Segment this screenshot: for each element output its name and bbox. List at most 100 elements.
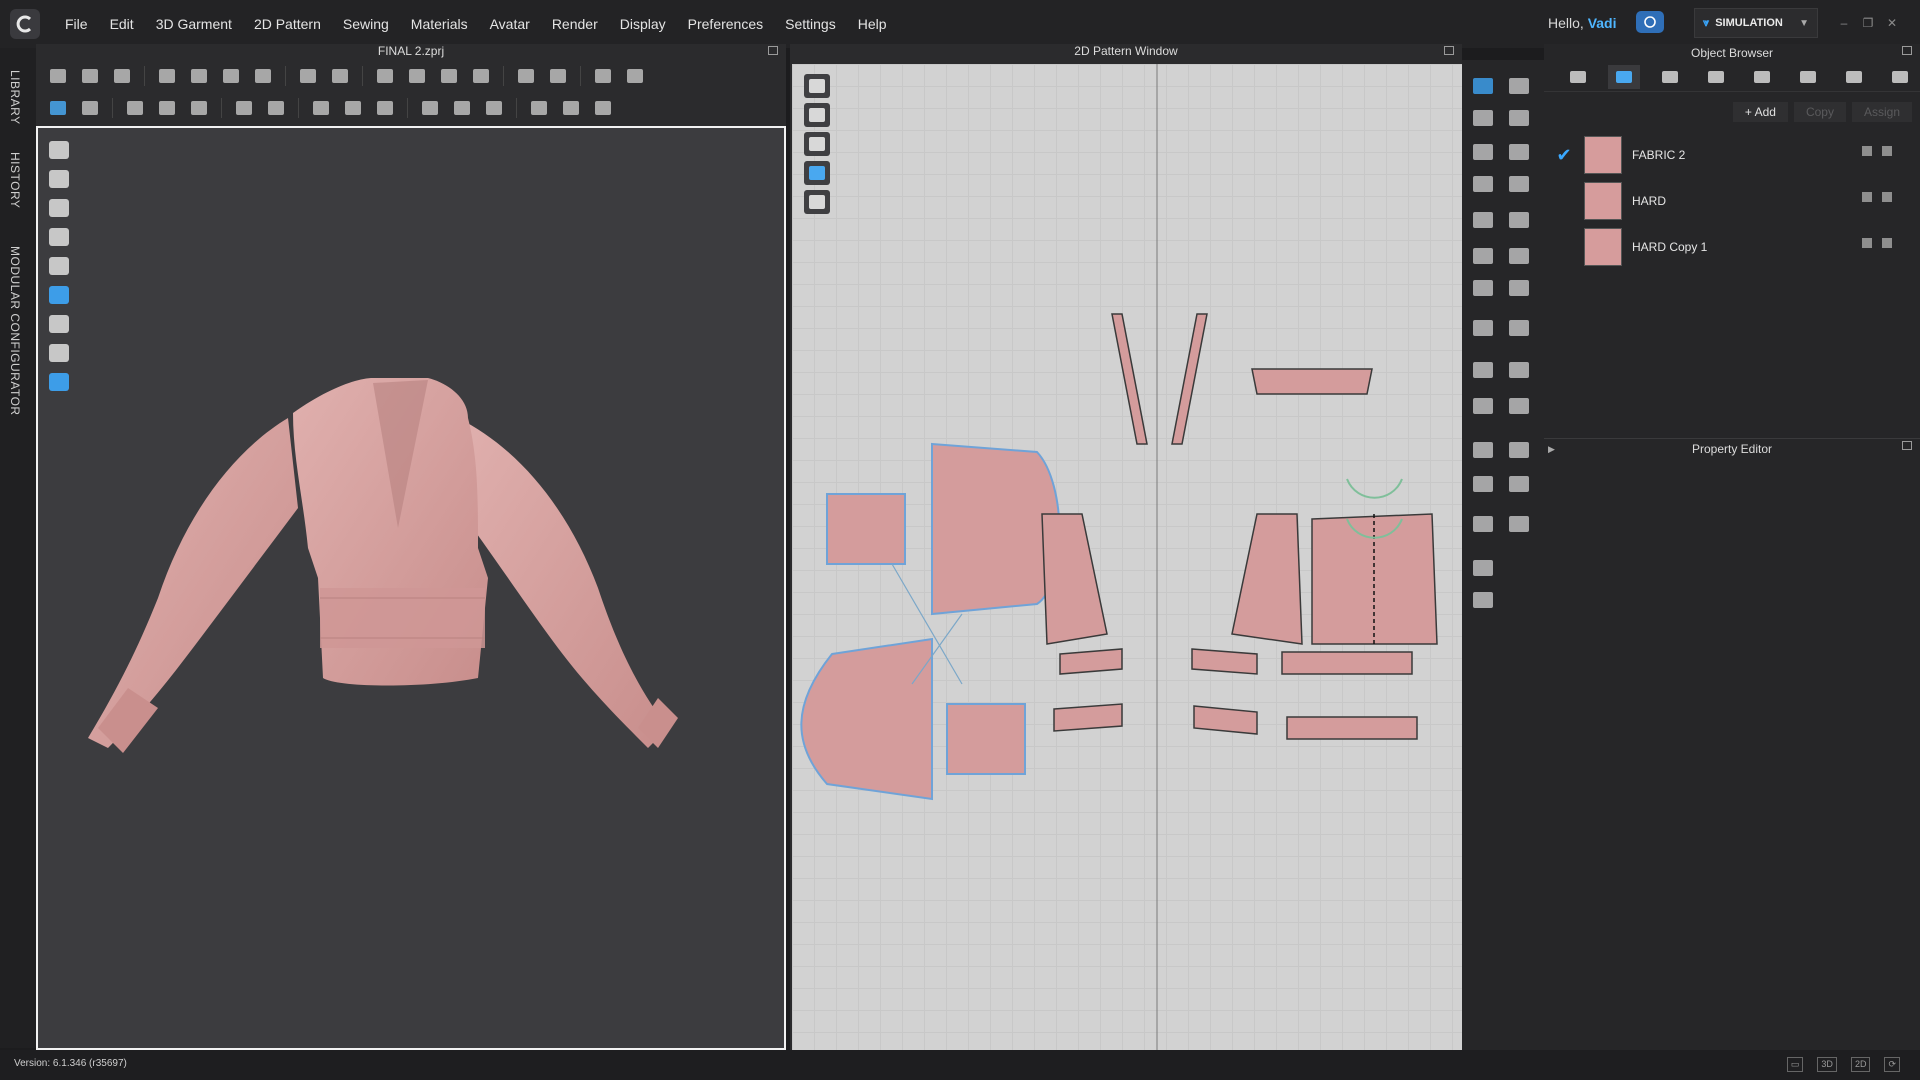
symmetric-icon[interactable] [1506,244,1532,268]
dart-icon[interactable] [1506,208,1532,232]
fabric-edit-icon[interactable] [1862,146,1872,156]
garment-fit-icon[interactable] [437,65,461,87]
grid-icon[interactable] [1470,512,1496,536]
collapse-arrow-icon[interactable]: ▶ [1548,439,1555,459]
menu-display[interactable]: Display [609,16,677,32]
menu-preferences[interactable]: Preferences [677,16,774,32]
tab-trim-icon[interactable] [1838,65,1870,89]
graphic-icon[interactable] [341,97,365,119]
menu-help[interactable]: Help [847,16,898,32]
tape-icon[interactable] [546,65,570,87]
restore-icon[interactable]: ❐ [1860,16,1876,30]
menu-sewing[interactable]: Sewing [332,16,400,32]
seam-allowance-icon[interactable] [1470,244,1496,268]
fabric-delete-icon[interactable] [1882,192,1892,202]
grain-line-icon[interactable] [1506,358,1532,382]
tab-modular-configurator[interactable]: MODULAR CONFIGURATOR [8,246,22,416]
zigzag-icon[interactable] [1506,472,1532,496]
reset-icon[interactable] [251,65,275,87]
free-sewing-icon[interactable] [155,97,179,119]
minimize-icon[interactable]: – [1836,16,1852,30]
cut-sew-icon[interactable] [1470,316,1496,340]
transform-pattern-icon[interactable] [155,65,179,87]
fabric-row-hard-copy-1[interactable]: HARD Copy 1 [1544,224,1920,270]
dimension-icon[interactable] [1506,394,1532,418]
m-n-sewing-icon[interactable] [187,97,211,119]
segment-sewing-icon[interactable] [123,97,147,119]
text-a-large-icon[interactable] [1470,472,1496,496]
fabric-row-fabric-2[interactable]: ✔ FABRIC 2 [1544,132,1920,178]
assign-button[interactable]: Assign [1851,102,1912,122]
app-logo-icon[interactable] [10,9,40,39]
tab-button-icon[interactable] [1654,65,1686,89]
cloud-icon[interactable] [1636,11,1664,33]
menu-avatar[interactable]: Avatar [479,16,541,32]
tab-library[interactable]: LIBRARY [8,70,22,125]
view-2d-button[interactable]: 2D [1850,1057,1871,1072]
menu-file[interactable]: File [54,16,99,32]
snapshot-icon[interactable] [527,97,551,119]
zipper-icon[interactable] [482,97,506,119]
tack-icon[interactable] [328,65,352,87]
fabric-edit-icon[interactable] [1862,192,1872,202]
menu-2d-pattern[interactable]: 2D Pattern [243,16,332,32]
arrangement-icon[interactable] [373,65,397,87]
texture-icon[interactable] [309,97,333,119]
measure-icon[interactable] [514,65,538,87]
user-name[interactable]: Vadi [1588,15,1617,31]
text-a-icon[interactable] [1470,438,1496,462]
topstitch-icon[interactable] [1506,438,1532,462]
brush-icon[interactable] [623,65,647,87]
tab-topstitch-icon[interactable] [1700,65,1732,89]
pin-icon[interactable] [296,65,320,87]
add-button[interactable]: + Add [1732,102,1788,122]
edit-sewing-icon[interactable] [78,97,102,119]
tab-seamline-icon[interactable] [1746,65,1778,89]
fabric-delete-icon[interactable] [1882,238,1892,248]
tab-puckering-icon[interactable] [1792,65,1824,89]
fabric-delete-icon[interactable] [1882,146,1892,156]
split-view-icon[interactable]: ▭ [1786,1057,1804,1072]
fabric-row-hard[interactable]: HARD [1544,178,1920,224]
line-tool-icon[interactable] [591,65,615,87]
gradient-icon[interactable] [1470,358,1496,382]
tuck-icon[interactable] [264,97,288,119]
popout-icon[interactable] [1902,46,1912,55]
rotate-icon[interactable] [219,65,243,87]
transform-pattern-2d-icon[interactable] [1506,74,1532,98]
internal-line-icon[interactable] [1506,172,1532,196]
puckering-icon[interactable] [1470,588,1496,612]
select-move-icon[interactable] [46,65,70,87]
2d-pattern-canvas[interactable] [792,64,1462,1050]
slash-spread-icon[interactable] [1506,316,1532,340]
trace-icon[interactable] [1470,208,1496,232]
annotation-icon[interactable] [1470,394,1496,418]
video-icon[interactable] [559,97,583,119]
menu-edit[interactable]: Edit [99,16,145,32]
fold-icon[interactable] [1470,276,1496,300]
edit-pattern-icon[interactable] [1470,74,1496,98]
close-icon[interactable]: ✕ [1884,16,1900,30]
refresh-icon[interactable]: ⟳ [1884,1057,1900,1072]
pleat-icon[interactable] [1506,276,1532,300]
shirt-icon[interactable] [469,65,493,87]
brush-2d-icon[interactable] [1470,556,1496,580]
tab-list-icon[interactable] [1562,65,1594,89]
menu-render[interactable]: Render [541,16,609,32]
menu-materials[interactable]: Materials [400,16,479,32]
mode-selector[interactable]: ⩔ SIMULATION ▼ [1694,8,1818,38]
3d-viewport[interactable] [36,126,786,1050]
rectangle-icon[interactable] [1506,140,1532,164]
edit-point-icon[interactable] [1470,106,1496,130]
tab-zipper-icon[interactable] [1884,65,1916,89]
pattern-pieces-icon[interactable] [373,97,397,119]
button-icon[interactable] [418,97,442,119]
graphic-2d-icon[interactable] [1506,512,1532,536]
buttonhole-icon[interactable] [450,97,474,119]
popout-icon[interactable] [1444,46,1454,55]
edit-curvature-icon[interactable] [1506,106,1532,130]
popout-icon[interactable] [768,46,778,55]
tab-fabric-icon[interactable] [1608,64,1640,89]
popout-icon[interactable] [1902,441,1912,450]
fabric-edit-icon[interactable] [1862,238,1872,248]
